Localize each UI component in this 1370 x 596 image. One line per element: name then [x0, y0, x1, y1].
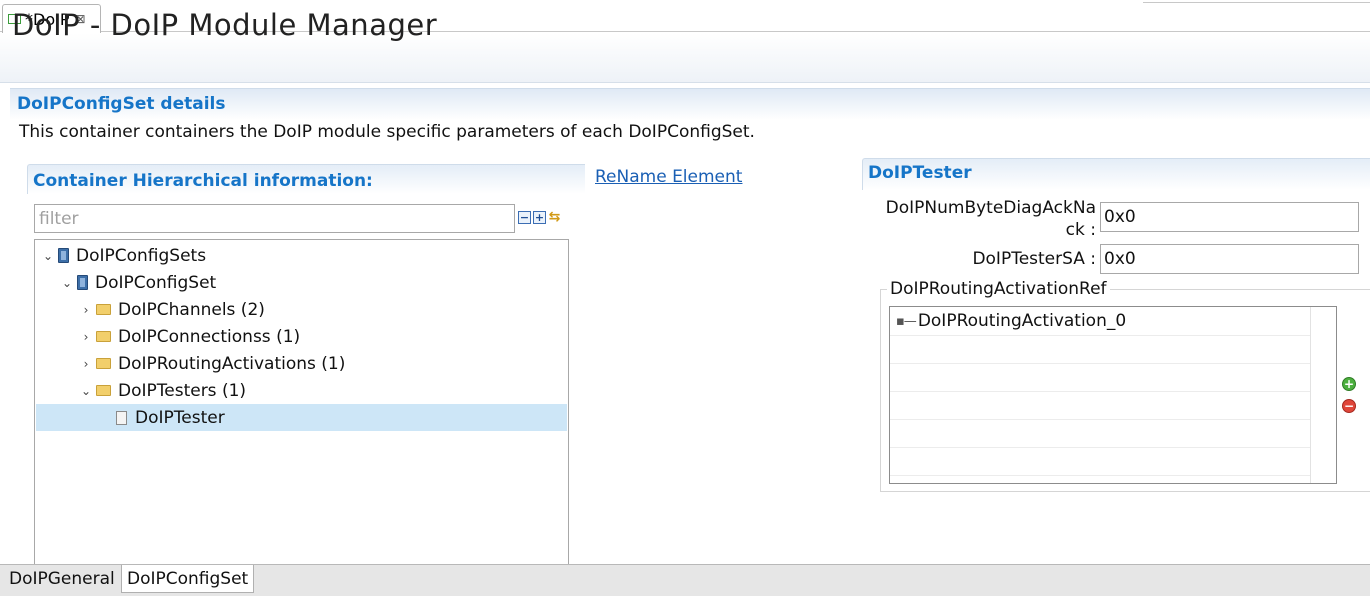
tree-item[interactable]: ⌄ DoIPConfigSets	[36, 242, 206, 269]
num-byte-diag-ack-nack-field[interactable]	[1100, 202, 1359, 232]
routing-activation-label: DoIPRoutingActivation_0	[917, 311, 1127, 331]
remove-reference-button[interactable]: −	[1342, 399, 1356, 413]
tester-title: DoIPTester	[868, 163, 972, 183]
tree-item-label: DoIPTester	[135, 407, 225, 428]
list-item[interactable]: ▪— DoIPRoutingActivation_0	[896, 311, 1126, 331]
tree-item[interactable]: ⌄ DoIPConfigSet	[36, 269, 216, 296]
folder-icon	[96, 304, 111, 315]
tree-item[interactable]: › DoIPChannels (2)	[36, 296, 265, 323]
tree-toolbar: − + ⇆	[518, 210, 561, 224]
book-icon	[58, 248, 69, 263]
expand-all-icon[interactable]: +	[533, 211, 546, 224]
table-column-divider	[1310, 307, 1311, 483]
chevron-down-icon[interactable]: ⌄	[59, 276, 75, 290]
chevron-right-icon[interactable]: ›	[78, 357, 94, 371]
tree-item-label: DoIPConfigSets	[76, 245, 207, 266]
num-byte-diag-ack-nack-label: DoIPNumByteDiagAckNa ck :	[870, 197, 1096, 241]
table-gridline	[890, 335, 1310, 336]
tab-doip-general[interactable]: DoIPGeneral	[4, 565, 120, 592]
tree-item-label: DoIPConfigSet	[95, 272, 217, 293]
table-gridline	[890, 447, 1310, 448]
add-reference-button[interactable]: +	[1342, 377, 1356, 391]
tab-bar-divider	[1143, 0, 1370, 3]
tester-sa-label: DoIPTesterSA :	[972, 249, 1096, 269]
tab-doip-config-set[interactable]: DoIPConfigSet	[121, 565, 255, 593]
container-tree[interactable]: ⌄ DoIPConfigSets ⌄ DoIPConfigSet › DoIPC…	[34, 239, 569, 569]
filter-input[interactable]	[34, 204, 515, 233]
hierarchy-title: Container Hierarchical information:	[33, 171, 373, 191]
chevron-down-icon[interactable]: ⌄	[40, 249, 56, 263]
rename-element-link[interactable]: ReName Element	[595, 167, 742, 187]
page-title: DoIP - DoIP Module Manager	[12, 8, 438, 42]
tree-item-label: DoIPRoutingActivations (1)	[118, 353, 346, 374]
tree-item-label: DoIPTesters (1)	[118, 380, 247, 401]
section-title: DoIPConfigSet details	[17, 94, 226, 114]
section-description: This container containers the DoIP modul…	[19, 122, 755, 142]
table-gridline	[890, 363, 1310, 364]
tree-item-selected[interactable]: DoIPTester	[36, 404, 567, 431]
routing-activation-ref-table[interactable]: ▪— DoIPRoutingActivation_0	[889, 306, 1337, 484]
chevron-down-icon[interactable]: ⌄	[78, 384, 94, 398]
folder-icon	[96, 385, 111, 396]
table-gridline	[890, 391, 1310, 392]
book-icon	[77, 275, 88, 290]
editor-window: *DoIP ⊠ DoIP - DoIP Module Manager DoIPC…	[0, 0, 1370, 596]
tree-item[interactable]: › DoIPConnectionss (1)	[36, 323, 301, 350]
sync-icon[interactable]: ⇆	[548, 210, 561, 224]
folder-icon	[96, 331, 111, 342]
collapse-all-icon[interactable]: −	[518, 211, 531, 224]
table-gridline	[890, 419, 1310, 420]
num-byte-label-line2: ck :	[1065, 220, 1096, 240]
tree-leaf-connector-icon: ▪—	[896, 313, 917, 329]
page-icon	[116, 410, 127, 425]
folder-icon	[96, 358, 111, 369]
tree-item[interactable]: ⌄ DoIPTesters (1)	[36, 377, 246, 404]
tree-item[interactable]: › DoIPRoutingActivations (1)	[36, 350, 346, 377]
routing-activation-ref-legend: DoIPRoutingActivationRef	[887, 279, 1110, 299]
chevron-right-icon[interactable]: ›	[78, 303, 94, 317]
tree-item-label: DoIPChannels (2)	[118, 299, 265, 320]
table-gridline	[890, 475, 1310, 476]
num-byte-label-line1: DoIPNumByteDiagAckNa	[885, 198, 1096, 218]
tree-item-label: DoIPConnectionss (1)	[118, 326, 301, 347]
chevron-right-icon[interactable]: ›	[78, 330, 94, 344]
tester-sa-field[interactable]	[1100, 244, 1359, 274]
